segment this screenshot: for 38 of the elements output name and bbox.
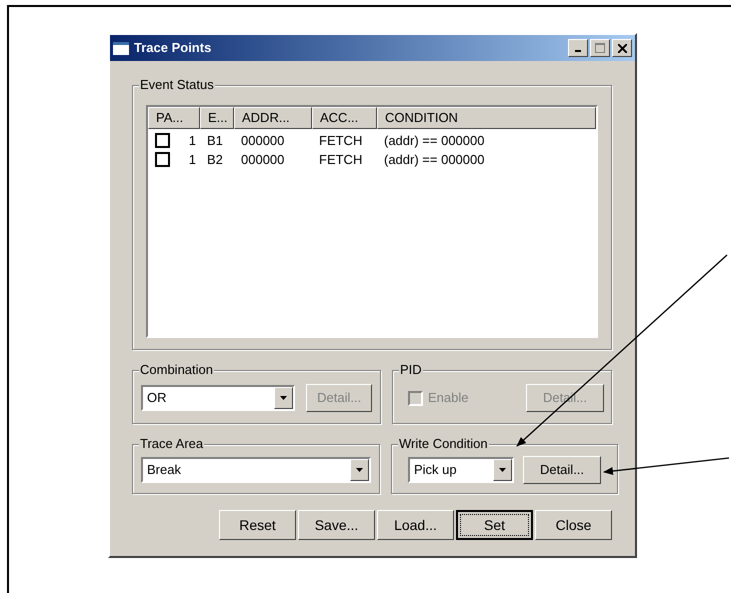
dialog-button[interactable]: Reset [219, 510, 296, 540]
checkbox[interactable] [155, 152, 170, 167]
dialog-button[interactable]: Load... [377, 510, 454, 540]
close-icon [618, 44, 626, 52]
table-cell-text: 000000 [240, 132, 286, 150]
column-header[interactable]: ADDR... [234, 107, 312, 129]
minimize-button[interactable] [568, 39, 588, 57]
table-cell-text: FETCH [318, 150, 364, 169]
column-header[interactable]: ACC... [312, 107, 377, 129]
table-cell-text: (addr) == 000000 [383, 132, 486, 150]
checkbox[interactable] [155, 133, 170, 148]
window-icon [113, 42, 129, 54]
dialog-button[interactable]: Close [535, 510, 612, 540]
detail-button[interactable]: Detail... [523, 456, 601, 484]
column-header[interactable]: CONDITION [377, 107, 596, 129]
table-cell-text: B2 [206, 150, 224, 169]
maximize-icon [595, 43, 605, 53]
column-header[interactable]: PA... [148, 107, 200, 129]
group-label: Event Status [139, 78, 215, 92]
dropdown-field[interactable]: Break [141, 457, 371, 483]
dialog-button[interactable]: Save... [298, 510, 375, 540]
table-cell-text: 1 [188, 132, 197, 150]
close-button[interactable] [612, 39, 632, 57]
window-title: Trace Points [134, 39, 212, 58]
group-label: Trace Area [139, 437, 204, 451]
dialog-button[interactable]: Set [456, 510, 533, 540]
table-cell-text: B1 [206, 132, 224, 150]
table-cell-text: (addr) == 000000 [383, 150, 486, 169]
group-label: PID [399, 363, 423, 377]
group-label: Write Condition [398, 437, 489, 451]
maximize-button[interactable] [590, 39, 610, 57]
table-cell-text: 000000 [240, 150, 286, 169]
dropdown-field[interactable]: OR [141, 385, 296, 411]
table-cell-text: FETCH [318, 132, 364, 150]
group-label: Combination [139, 363, 214, 377]
column-header[interactable]: E... [200, 107, 234, 129]
dropdown-field[interactable]: Pick up [408, 457, 514, 483]
table-cell-text: 1 [188, 150, 197, 169]
